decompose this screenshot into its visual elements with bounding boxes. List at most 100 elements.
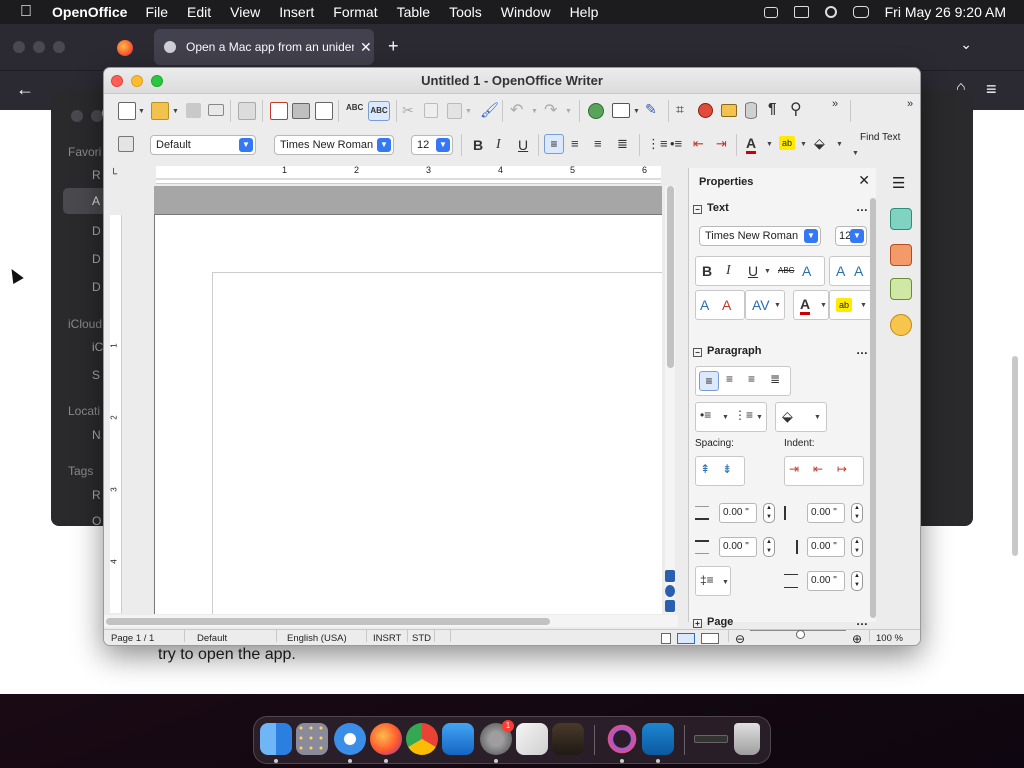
menu-window[interactable]: Window	[501, 4, 551, 20]
page-section-header[interactable]: + Page	[693, 616, 733, 628]
gallery-deck-icon[interactable]	[890, 278, 912, 300]
apple-menu-icon[interactable]: 	[0, 3, 52, 21]
finder-item[interactable]: N	[92, 428, 101, 442]
navigation-icon[interactable]	[665, 585, 675, 597]
sidebar-bold-button[interactable]: B	[702, 263, 712, 279]
sidebar-font-size-select[interactable]: 12 ▼	[835, 226, 867, 246]
page-count[interactable]: Page 1 / 1	[111, 630, 154, 645]
underline-button[interactable]: U	[518, 137, 528, 153]
underline-dropdown-caret-icon[interactable]: ▼	[764, 268, 771, 275]
find-replace-binoculars-icon[interactable]: ⌗	[676, 101, 684, 118]
clone-formatting-icon[interactable]: 🖌	[480, 101, 499, 119]
finder-item[interactable]: D	[92, 280, 101, 294]
menu-help[interactable]: Help	[570, 4, 599, 20]
expand-icon[interactable]: +	[693, 619, 702, 628]
menu-view[interactable]: View	[230, 4, 260, 20]
highlighting-icon[interactable]: ab	[779, 136, 795, 150]
finder-item[interactable]: R	[92, 488, 101, 502]
menu-tools[interactable]: Tools	[449, 4, 482, 20]
increase-font-icon[interactable]: A	[700, 297, 709, 313]
background-dropdown-caret-icon[interactable]: ▼	[836, 141, 843, 148]
firefox-dock-icon[interactable]	[370, 723, 402, 755]
increase-spacing-icon[interactable]: ⇞	[700, 462, 710, 476]
shadow-button[interactable]: A	[802, 263, 811, 279]
first-line-indent-stepper[interactable]: ▲ ▼	[851, 571, 863, 591]
background-color-icon[interactable]: ⬙	[814, 135, 825, 152]
browser-maximize-button[interactable]	[53, 41, 65, 53]
window-zoom-button[interactable]	[151, 75, 163, 87]
data-sources-icon[interactable]	[745, 102, 757, 119]
redo-dropdown-caret-icon[interactable]: ▼	[565, 108, 572, 115]
menu-hamburger-icon[interactable]: ≡	[986, 79, 997, 100]
paragraph-background-icon[interactable]: ⬙	[782, 408, 793, 425]
scrollbar-thumb[interactable]	[106, 618, 550, 625]
first-line-indent-input[interactable]: 0.00 "	[807, 571, 845, 591]
finder-item[interactable]: D	[92, 252, 101, 266]
sidebar-font-name-select[interactable]: Times New Roman ▼	[699, 226, 821, 246]
new-tab-icon[interactable]: +	[388, 36, 399, 57]
numbering-icon[interactable]: ⋮≡	[647, 136, 668, 152]
collapse-icon[interactable]: −	[693, 205, 702, 214]
undo-icon[interactable]: ↶	[510, 100, 523, 120]
trash-dock-icon[interactable]	[734, 723, 760, 755]
control-center-icon[interactable]	[852, 6, 869, 18]
above-spacing-stepper[interactable]: ▲ ▼	[763, 503, 775, 523]
sidebar-decrease-indent-icon[interactable]: ⇤	[813, 462, 823, 476]
finder-item[interactable]: A	[92, 194, 100, 208]
text-section-header[interactable]: − Text	[693, 202, 729, 214]
line-spacing-icon[interactable]: ‡≡	[700, 573, 714, 587]
openoffice-dock-icon[interactable]	[642, 723, 674, 755]
above-spacing-input[interactable]: 0.00 "	[719, 503, 757, 523]
zoom-out-icon[interactable]: ⊖	[735, 630, 745, 645]
decrease-spacing-icon[interactable]: ⇟	[722, 462, 732, 476]
find-toolbar-overflow-chevron-icon[interactable]: »	[907, 98, 913, 110]
horizontal-ruler[interactable]: 1 2 3 4 5 6	[156, 165, 661, 184]
print-icon[interactable]	[292, 103, 310, 119]
document-vertical-scrollbar[interactable]	[665, 186, 675, 614]
table-dropdown-caret-icon[interactable]: ▼	[633, 108, 640, 115]
font-size-select[interactable]: 12 ▼	[411, 135, 453, 155]
menu-edit[interactable]: Edit	[187, 4, 211, 20]
sidebar-font-color-icon[interactable]: A	[800, 296, 811, 315]
close-icon[interactable]: ✕	[858, 172, 870, 189]
page-scrollbar[interactable]	[1012, 356, 1018, 556]
open-folder-icon[interactable]	[151, 102, 169, 120]
sidebar-bullets-icon[interactable]: •≡	[700, 408, 711, 422]
font-color-icon[interactable]: A	[746, 135, 757, 154]
downloads-stack-dock-icon[interactable]	[694, 735, 728, 743]
sidebar-increase-indent-icon[interactable]: ⇥	[789, 462, 799, 476]
browser-close-button[interactable]	[13, 41, 25, 53]
insert-mode[interactable]: INSRT	[373, 630, 401, 645]
text-more-options-icon[interactable]: …	[856, 200, 868, 214]
styles-formatting-icon[interactable]	[118, 136, 134, 152]
chrome-dock-icon[interactable]	[406, 723, 438, 755]
sidebar-justify-button[interactable]: ≣	[770, 372, 780, 386]
garageband-dock-icon[interactable]	[552, 723, 584, 755]
paragraph-background-caret-icon[interactable]: ▼	[814, 414, 821, 421]
text-boundary[interactable]	[212, 272, 662, 614]
before-indent-stepper[interactable]: ▲ ▼	[851, 503, 863, 523]
font-color-dropdown-caret-icon[interactable]: ▼	[766, 141, 773, 148]
decrease-font-icon[interactable]: A	[722, 297, 731, 313]
decrease-indent-icon[interactable]: ⇤	[693, 136, 704, 152]
autospellcheck-toggle-icon[interactable]: ABC	[368, 101, 390, 121]
next-page-icon[interactable]	[665, 600, 675, 612]
text-language[interactable]: English (USA)	[287, 630, 347, 645]
spellcheck-icon[interactable]: ABC	[346, 103, 363, 112]
finder-dock-icon[interactable]	[260, 723, 292, 755]
sidebar-align-right-button[interactable]: ≡	[748, 372, 755, 386]
open-dropdown-caret-icon[interactable]: ▼	[172, 108, 179, 115]
align-left-button[interactable]: ≡	[544, 134, 564, 154]
new-document-icon[interactable]	[118, 102, 136, 120]
bullets-icon[interactable]: •≡	[670, 136, 682, 151]
zoom-slider-knob[interactable]	[796, 630, 805, 639]
save-icon[interactable]	[186, 103, 201, 118]
menu-table[interactable]: Table	[397, 4, 430, 20]
book-view-icon[interactable]	[701, 633, 719, 644]
hanging-indent-icon[interactable]: ↦	[837, 462, 847, 476]
sidebar-menu-icon[interactable]: ☰	[892, 174, 905, 192]
paragraph-style-select[interactable]: Default ▼	[150, 135, 256, 155]
increase-indent-icon[interactable]: ⇥	[716, 136, 727, 152]
textedit-dock-icon[interactable]	[516, 723, 548, 755]
paste-icon[interactable]	[447, 103, 462, 119]
